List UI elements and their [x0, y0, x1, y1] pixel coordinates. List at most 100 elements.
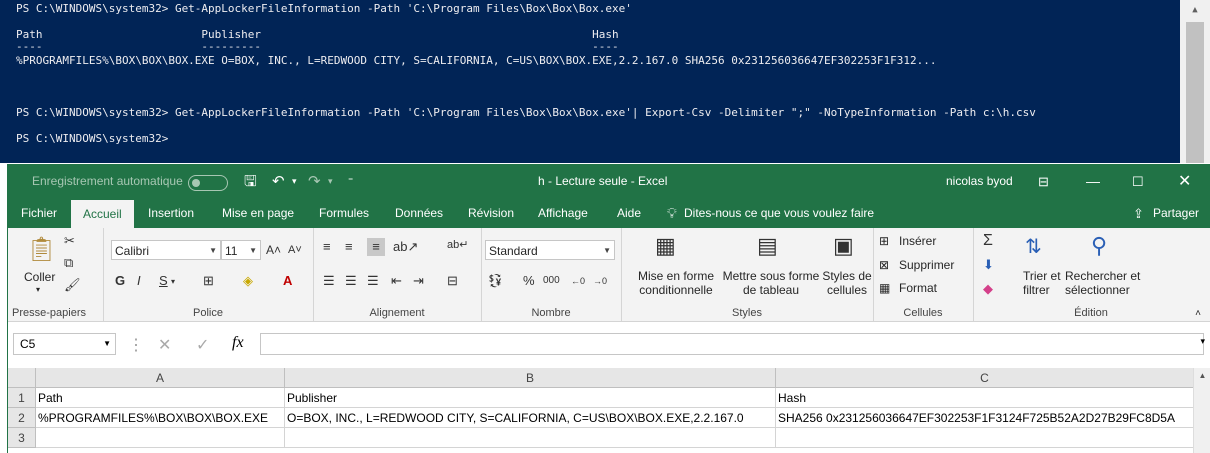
decrease-decimal-icon[interactable]: →0 [593, 272, 607, 290]
vertical-scrollbar[interactable]: ▲ [1193, 368, 1210, 453]
column-header[interactable]: C [776, 368, 1194, 388]
font-color-icon[interactable]: A [283, 272, 292, 290]
save-icon[interactable]: 🖫 [244, 164, 257, 199]
tab-revision[interactable]: Révision [468, 199, 514, 228]
tab-insertion[interactable]: Insertion [148, 199, 194, 228]
conditional-format-icon[interactable]: ▦ [655, 232, 676, 260]
maximize-icon[interactable]: ☐ [1132, 164, 1144, 199]
sort-filter-icon[interactable]: ⇅ [1025, 234, 1042, 260]
align-middle-icon[interactable]: ≡ [345, 238, 353, 256]
tab-mise-en-page[interactable]: Mise en page [222, 199, 294, 228]
underline-button[interactable]: S [159, 272, 168, 290]
row-header[interactable]: 3 [8, 428, 36, 448]
fill-color-icon[interactable]: ◈ [243, 272, 253, 290]
align-bottom-icon[interactable]: ≡ [367, 238, 385, 256]
percent-button[interactable]: % [523, 272, 535, 290]
tab-donnees[interactable]: Données [395, 199, 443, 228]
format-as-table-icon[interactable]: ▤ [757, 232, 778, 260]
align-left-icon[interactable]: ☰ [323, 272, 335, 290]
grow-font-icon[interactable]: A˄ [266, 241, 281, 259]
cell-b2[interactable]: O=BOX, INC., L=REDWOOD CITY, S=CALIFORNI… [285, 408, 776, 428]
format-button[interactable]: Format [899, 281, 937, 295]
enter-icon[interactable]: ✓ [196, 335, 209, 355]
autosum-icon[interactable]: Σ [983, 232, 993, 250]
bold-button[interactable]: G [115, 272, 125, 290]
autosave-toggle[interactable] [188, 175, 228, 191]
cell-b1[interactable]: Publisher [285, 388, 776, 408]
shrink-font-icon[interactable]: A˅ [288, 241, 302, 259]
ribbon-display-icon[interactable]: ⊟ [1038, 164, 1049, 199]
tab-accueil[interactable]: Accueil [71, 200, 134, 228]
cell-c3[interactable] [776, 428, 1194, 448]
cell-a2[interactable]: %PROGRAMFILES%\BOX\BOX\BOX.EXE [36, 408, 285, 428]
customize-toolbar-icon[interactable]: ⁼ [348, 164, 353, 199]
cell-a3[interactable] [36, 428, 285, 448]
formula-input[interactable] [260, 333, 1204, 355]
insert-button[interactable]: Insérer [899, 234, 936, 248]
scroll-up-icon[interactable]: ▲ [1180, 0, 1210, 20]
cell-styles-button[interactable]: Styles de cellules [821, 269, 873, 297]
wrap-text-icon[interactable]: ab↵ [447, 236, 468, 254]
tab-affichage[interactable]: Affichage [538, 199, 588, 228]
align-right-icon[interactable]: ☰ [367, 272, 379, 290]
find-select-icon[interactable]: ⚲ [1091, 232, 1107, 260]
cell-styles-icon[interactable]: ▣ [833, 232, 854, 260]
undo-icon[interactable]: ↶ [272, 164, 285, 199]
row-header[interactable]: 1 [8, 388, 36, 408]
insert-icon[interactable]: ⊞ [879, 234, 889, 248]
cell-a1[interactable]: Path [36, 388, 285, 408]
italic-button[interactable]: I [137, 272, 141, 290]
cell-b3[interactable] [285, 428, 776, 448]
cut-icon[interactable]: ✂ [64, 232, 75, 250]
format-painter-icon[interactable]: 🖌︎ [64, 276, 81, 294]
font-name-combo[interactable]: Calibri ▼ [111, 240, 221, 260]
redo-icon[interactable]: ↷ [308, 164, 321, 199]
collapse-ribbon-icon[interactable]: ˄ [1195, 308, 1201, 319]
scroll-up-icon[interactable]: ▲ [1194, 368, 1210, 384]
delete-button[interactable]: Supprimer [899, 258, 954, 272]
align-center-icon[interactable]: ☰ [345, 272, 357, 290]
copy-icon[interactable]: ⧉ [64, 254, 73, 272]
sort-filter-button[interactable]: Trier et filtrer [1023, 269, 1061, 297]
format-as-table-button[interactable]: Mettre sous forme de tableau [721, 269, 821, 297]
insert-function-icon[interactable]: fx [232, 334, 244, 352]
conditional-format-button[interactable]: Mise en forme conditionnelle [629, 269, 723, 297]
user-name[interactable]: nicolas byod [946, 164, 1013, 199]
increase-decimal-icon[interactable]: ←0 [571, 272, 585, 290]
tell-me-search[interactable]: Dites-nous ce que vous voulez faire [684, 199, 874, 228]
align-top-icon[interactable]: ≡ [323, 238, 331, 256]
number-format-combo[interactable]: Standard ▼ [485, 240, 615, 260]
cancel-icon[interactable]: ✕ [158, 335, 171, 355]
tab-fichier[interactable]: Fichier [21, 199, 57, 228]
increase-indent-icon[interactable]: ⇥ [413, 272, 424, 290]
undo-dropdown-icon[interactable]: ▾ [292, 164, 297, 199]
merge-center-icon[interactable]: ⊟ [447, 272, 458, 290]
find-select-button[interactable]: Rechercher et sélectionner [1065, 269, 1140, 297]
close-icon[interactable]: ✕ [1178, 164, 1191, 199]
underline-dropdown-icon[interactable]: ▾ [171, 273, 175, 291]
paste-button[interactable]: Coller [24, 270, 55, 284]
column-header[interactable]: B [285, 368, 776, 388]
share-button[interactable]: Partager [1153, 199, 1199, 228]
share-icon[interactable]: ⇪ [1133, 199, 1144, 228]
console-scrollbar[interactable]: ▲ [1180, 0, 1210, 163]
name-box[interactable]: C5 ▼ [13, 333, 116, 355]
minimize-icon[interactable]: — [1086, 164, 1100, 199]
column-header[interactable]: A [36, 368, 285, 388]
row-header[interactable]: 2 [8, 408, 36, 428]
orientation-icon[interactable]: ab↗ [393, 238, 418, 256]
tab-aide[interactable]: Aide [617, 199, 641, 228]
select-all-corner[interactable] [8, 368, 36, 388]
font-size-combo[interactable]: 11 ▼ [221, 240, 261, 260]
fill-icon[interactable]: ⬇ [983, 256, 994, 274]
borders-icon[interactable]: ⊞ [203, 272, 214, 290]
delete-icon[interactable]: ⊠ [879, 258, 889, 272]
scroll-thumb[interactable] [1186, 22, 1204, 163]
redo-dropdown-icon[interactable]: ▾ [328, 164, 333, 199]
thousands-button[interactable]: 000 [543, 272, 560, 290]
paste-dropdown-icon[interactable]: ▾ [36, 285, 40, 294]
cell-c1[interactable]: Hash [776, 388, 1194, 408]
paste-icon[interactable]: 📋︎ [26, 236, 56, 264]
drag-handle-icon[interactable]: ⋮ [128, 335, 144, 355]
expand-formula-icon[interactable]: ▾ [1200, 336, 1205, 347]
